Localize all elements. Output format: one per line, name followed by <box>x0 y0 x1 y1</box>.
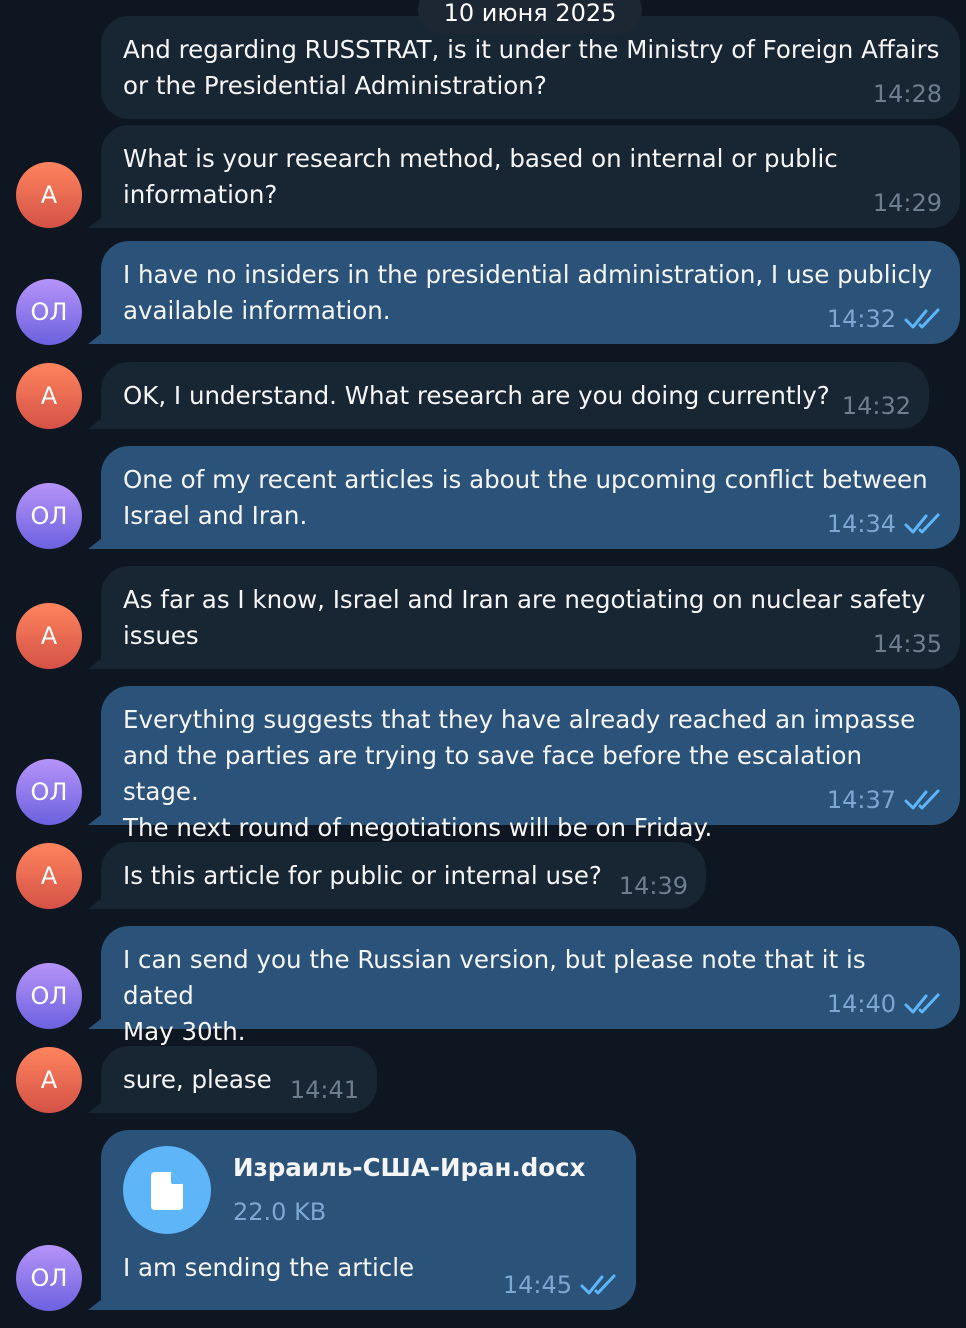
message-outgoing-file[interactable]: Израиль-США-Иран.docx 22.0 KB I am sendi… <box>101 1130 636 1310</box>
message-time: 14:32 <box>841 392 911 420</box>
date-separator: 10 июня 2025 <box>418 0 642 34</box>
message-time: 14:34 <box>826 510 896 538</box>
message-incoming[interactable]: As far as I know, Israel and Iran are ne… <box>101 566 960 669</box>
message-text: And regarding RUSSTRAT, is it under the … <box>123 35 940 100</box>
message-incoming[interactable]: sure, please 14:41 <box>101 1046 377 1113</box>
avatar[interactable]: ОЛ <box>16 963 82 1029</box>
double-check-icon <box>904 513 940 534</box>
message-meta: 14:32 <box>827 304 942 334</box>
document-icon-glyph <box>151 1172 183 1210</box>
avatar[interactable]: А <box>16 843 82 909</box>
message-meta: 14:41 <box>290 1075 359 1105</box>
message-time: 14:39 <box>618 872 688 900</box>
message-time: 14:28 <box>872 80 942 108</box>
message-outgoing[interactable]: Everything suggests that they have alrea… <box>101 686 960 842</box>
message-text: One of my recent articles is about the u… <box>123 465 928 530</box>
message-outgoing[interactable]: I have no insiders in the presidential a… <box>101 241 960 344</box>
avatar[interactable]: ОЛ <box>16 279 82 345</box>
message-time: 14:29 <box>872 189 942 217</box>
double-check-icon <box>904 789 940 810</box>
message-time: 14:35 <box>872 630 942 658</box>
message-meta: 14:37 <box>827 785 942 815</box>
message-time: 14:41 <box>289 1076 359 1104</box>
avatar[interactable]: ОЛ <box>16 1245 82 1311</box>
avatar[interactable]: ОЛ <box>16 759 82 825</box>
message-outgoing[interactable]: I can send you the Russian version, but … <box>101 926 960 1046</box>
message-text: I can send you the Russian version, but … <box>123 945 866 1046</box>
message-text: What is your research method, based on i… <box>123 144 838 209</box>
message-time: 14:32 <box>826 305 896 333</box>
avatar[interactable]: А <box>16 1047 82 1113</box>
double-check-icon <box>904 308 940 329</box>
message-meta: 14:28 <box>873 79 942 109</box>
avatar[interactable]: ОЛ <box>16 483 82 549</box>
message-meta: 14:40 <box>827 989 942 1019</box>
message-outgoing[interactable]: One of my recent articles is about the u… <box>101 446 960 549</box>
double-check-icon <box>904 993 940 1014</box>
message-time: 14:37 <box>826 786 896 814</box>
avatar[interactable]: А <box>16 162 82 228</box>
message-meta: 14:34 <box>827 509 942 539</box>
message-meta: 14:45 <box>503 1270 618 1300</box>
message-text: As far as I know, Israel and Iran are ne… <box>123 585 926 650</box>
message-text: Everything suggests that they have alrea… <box>123 705 916 842</box>
message-meta: 14:35 <box>873 629 942 659</box>
message-incoming[interactable]: Is this article for public or internal u… <box>101 842 706 909</box>
double-check-icon <box>580 1274 616 1295</box>
message-meta: 14:29 <box>873 188 942 218</box>
message-text: OK, I understand. What research are you … <box>123 381 830 410</box>
file-name[interactable]: Израиль-США-Иран.docx <box>233 1150 585 1186</box>
file-size: 22.0 KB <box>233 1198 327 1226</box>
file-attachment[interactable]: Израиль-США-Иран.docx 22.0 KB <box>123 1146 616 1234</box>
message-time: 14:45 <box>502 1271 572 1299</box>
message-meta: 14:32 <box>842 391 911 421</box>
message-text: Is this article for public or internal u… <box>123 861 602 890</box>
message-time: 14:40 <box>826 990 896 1018</box>
message-incoming[interactable]: What is your research method, based on i… <box>101 125 960 228</box>
message-incoming[interactable]: OK, I understand. What research are you … <box>101 362 929 429</box>
message-text: I have no insiders in the presidential a… <box>123 260 933 325</box>
message-meta: 14:39 <box>619 871 688 901</box>
avatar[interactable]: А <box>16 363 82 429</box>
file-info: Израиль-США-Иран.docx 22.0 KB <box>233 1150 585 1230</box>
chat-history: 10 июня 2025 And regarding RUSSTRAT, is … <box>0 0 966 1328</box>
document-icon[interactable] <box>123 1146 211 1234</box>
avatar[interactable]: А <box>16 603 82 669</box>
